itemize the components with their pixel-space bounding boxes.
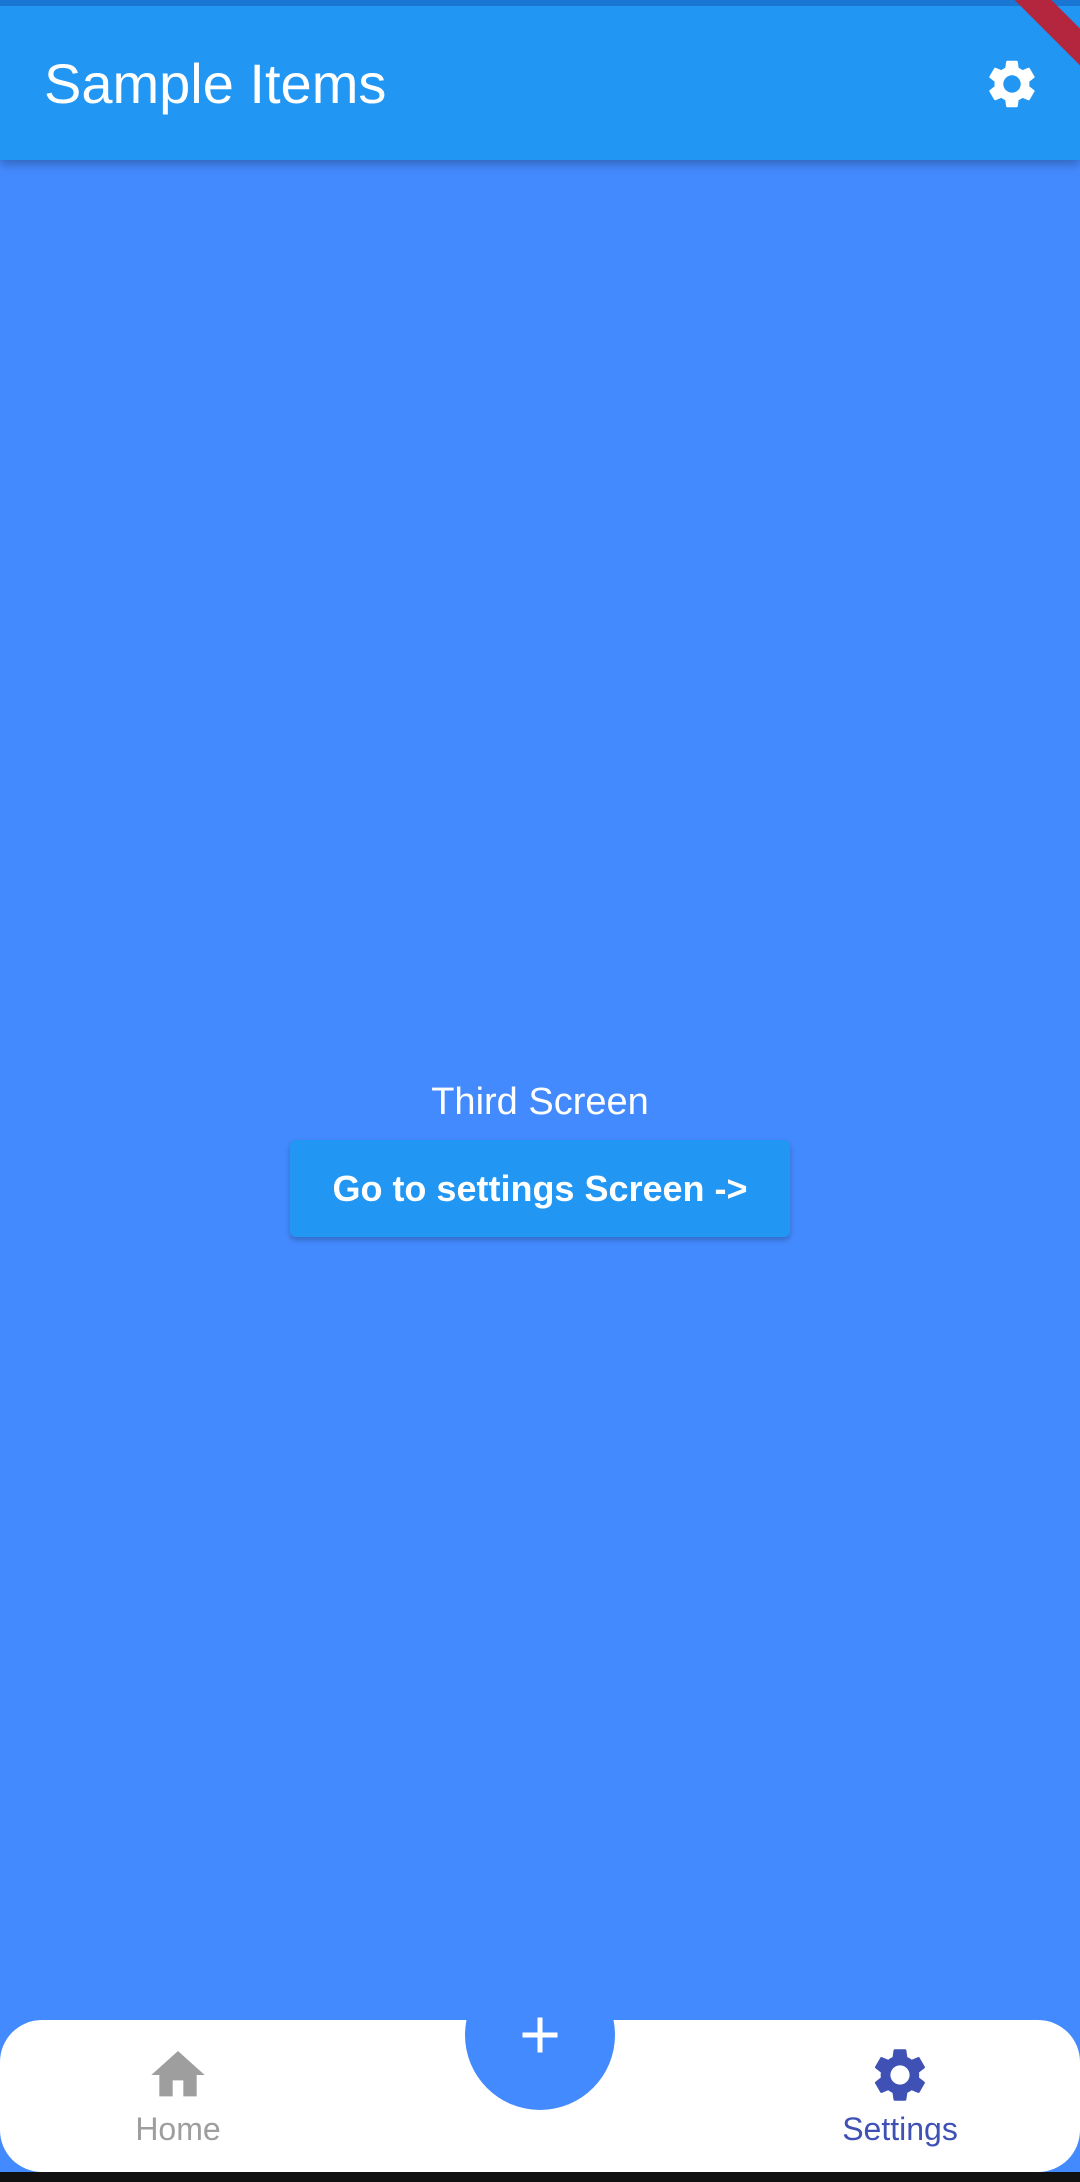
add-button[interactable] <box>465 1960 615 2110</box>
app-screen: Sample Items Third Screen Go to settings… <box>0 0 1080 2182</box>
nav-item-settings[interactable]: Settings <box>800 2020 1000 2172</box>
screen-label: Third Screen <box>431 1081 649 1123</box>
go-to-settings-button[interactable]: Go to settings Screen -> <box>290 1140 790 1237</box>
status-strip <box>0 0 1080 6</box>
app-title: Sample Items <box>44 52 387 115</box>
nav-item-home[interactable]: Home <box>78 2020 278 2172</box>
gear-icon <box>989 60 1035 108</box>
system-navigation-strip <box>0 2172 1080 2182</box>
app-bar: Sample Items <box>0 0 1080 160</box>
settings-icon-button[interactable] <box>980 52 1044 116</box>
gear-icon <box>874 2049 925 2101</box>
plus-icon <box>522 2017 558 2053</box>
nav-label-settings: Settings <box>842 2111 958 2147</box>
nav-label-home: Home <box>135 2111 221 2147</box>
home-icon <box>151 2051 205 2097</box>
